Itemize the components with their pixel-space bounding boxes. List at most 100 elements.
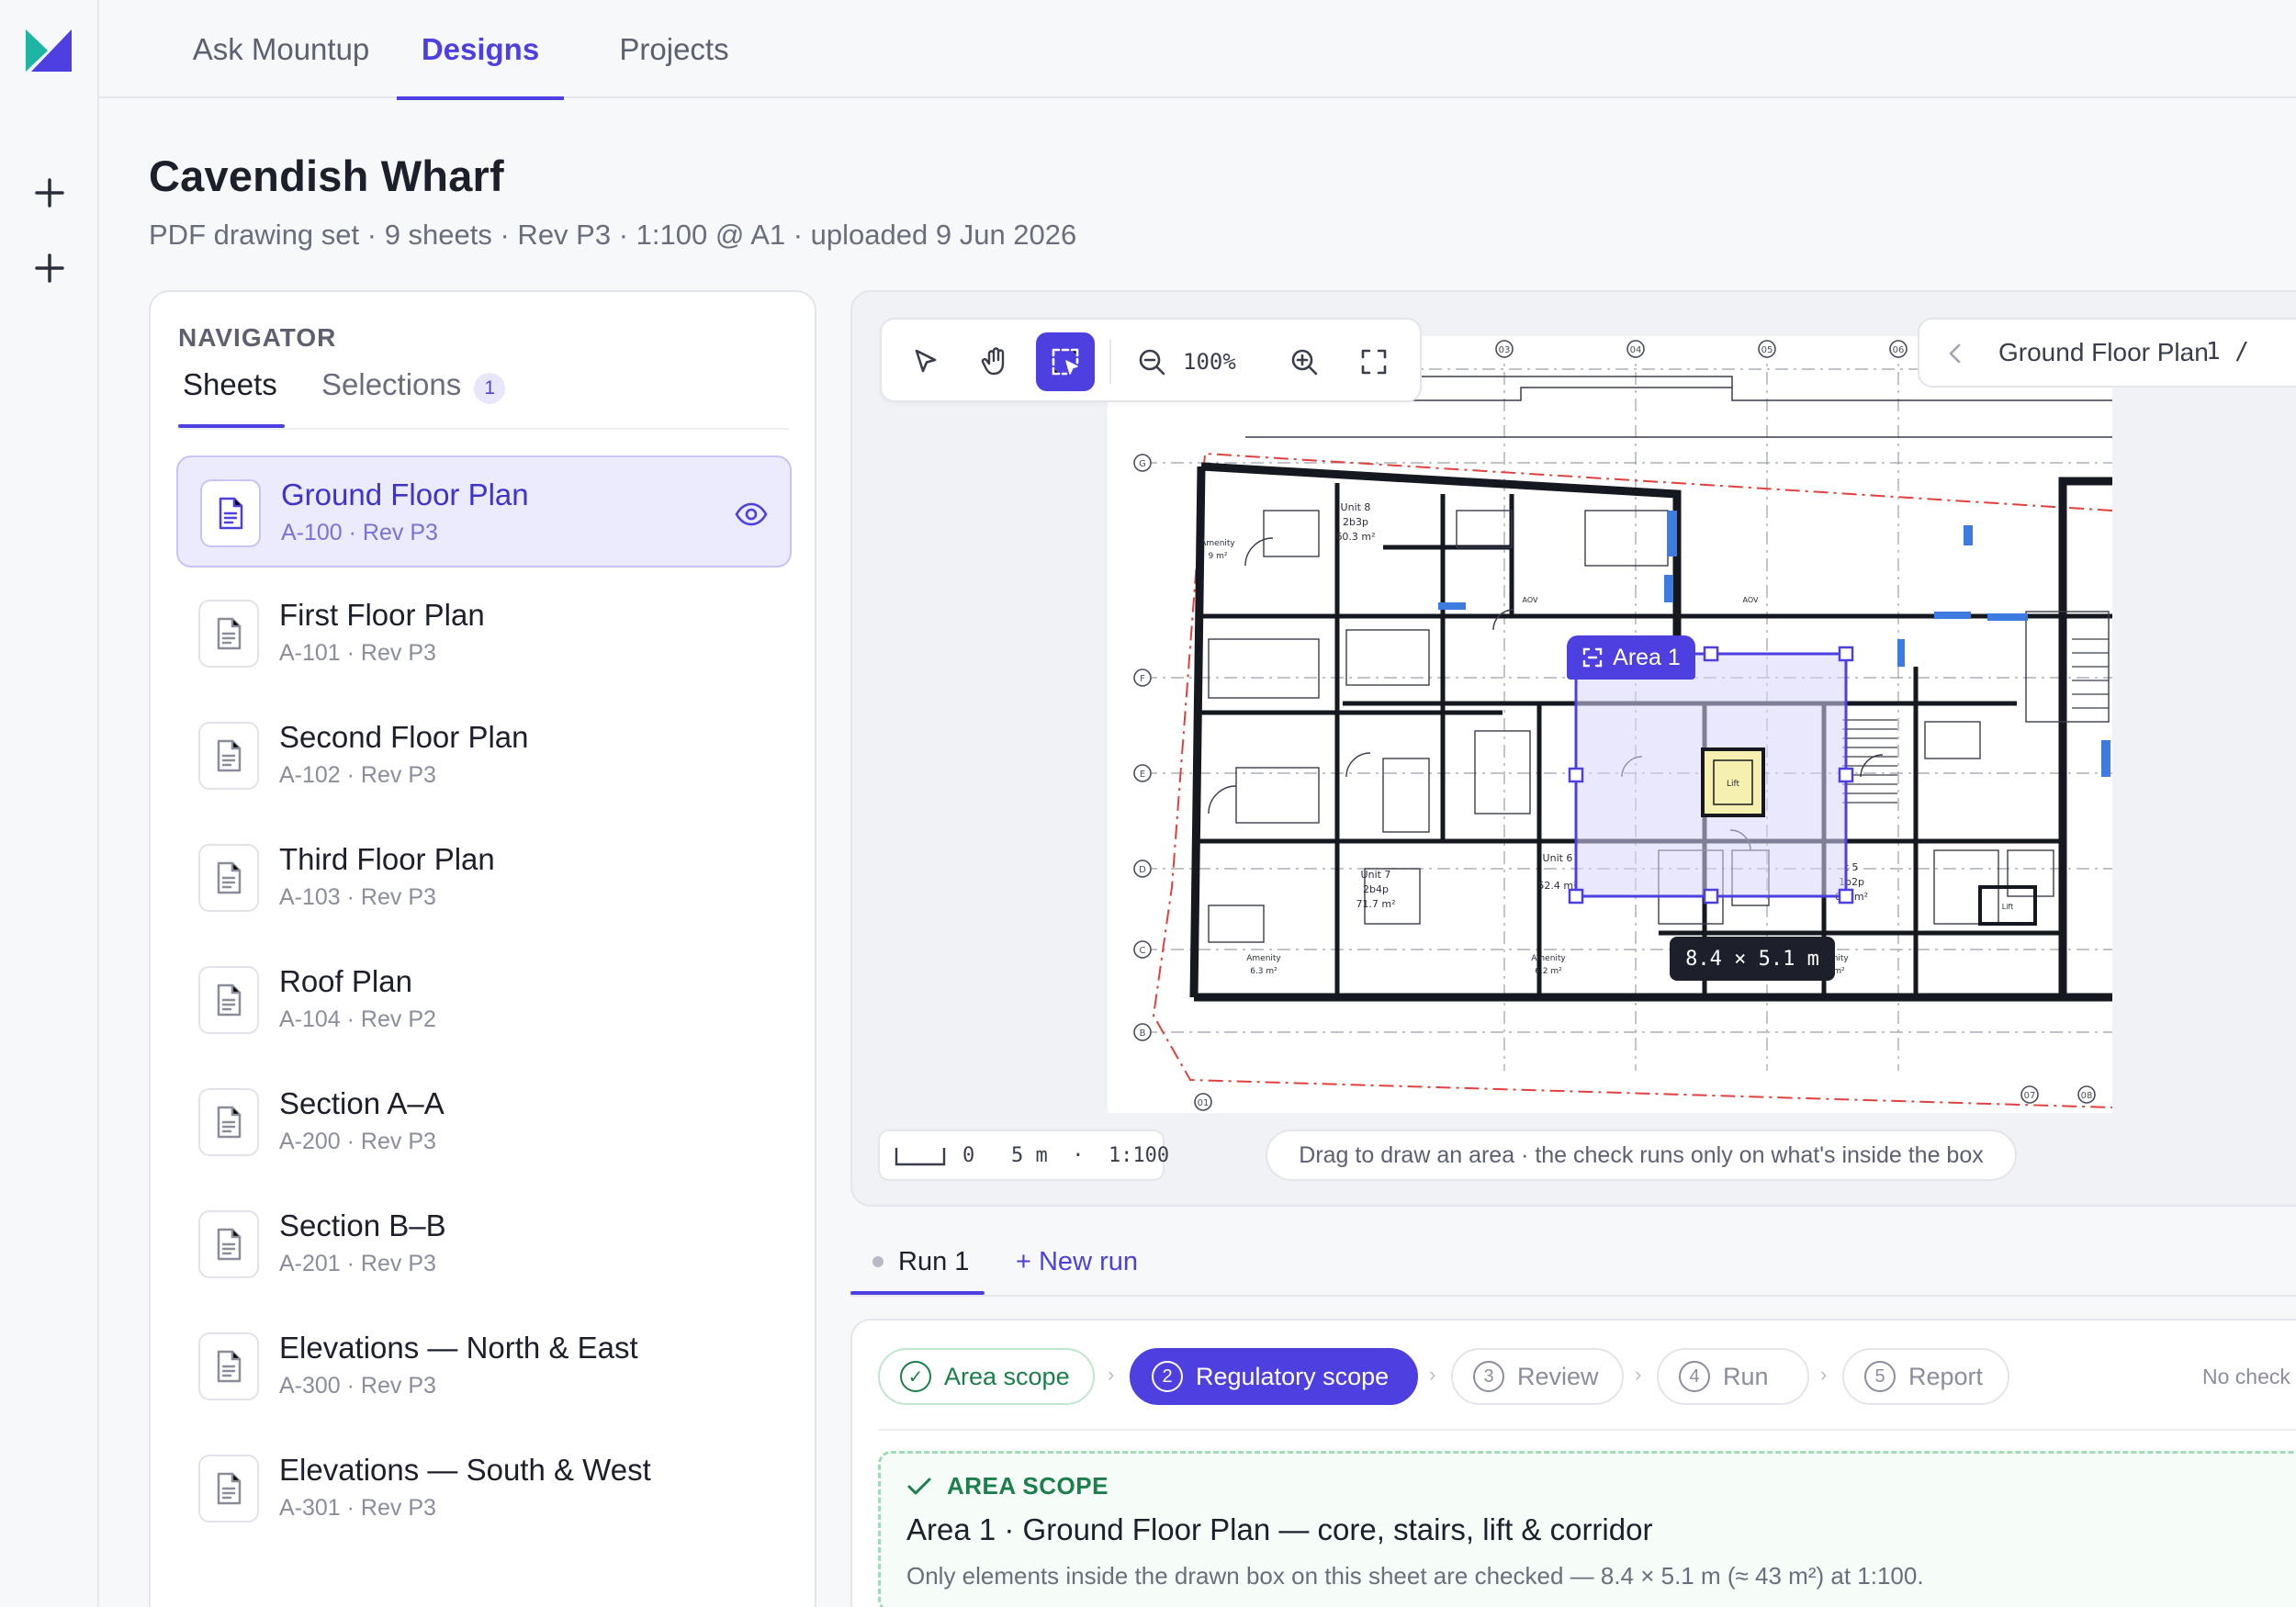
step-label: Review: [1517, 1362, 1599, 1390]
sheet-meta: A-100 · Rev P3: [281, 520, 438, 545]
scope-title: Area 1 · Ground Floor Plan — core, stair…: [906, 1512, 1653, 1546]
chevron-right-icon: ›: [1820, 1363, 1828, 1386]
step-label: Regulatory scope: [1196, 1362, 1390, 1390]
sheet-meta: A-103 · Rev P3: [279, 884, 436, 910]
previous-sheet-button[interactable]: [1940, 338, 1971, 369]
zoom-in-button[interactable]: [1275, 332, 1334, 391]
sheet-item[interactable]: Third Floor Plan A-103 · Rev P3: [176, 822, 792, 934]
step-label: Area scope: [944, 1362, 1070, 1390]
pager-separator: ·: [2182, 338, 2191, 366]
tab-selections[interactable]: Selections 1: [321, 367, 506, 428]
area-label-tag[interactable]: Area 1: [1567, 635, 1695, 680]
select-tool-button[interactable]: [896, 332, 955, 391]
toolbar-divider: [1109, 340, 1111, 384]
hand-icon: [981, 347, 1005, 376]
chevron-right-icon: ›: [1429, 1363, 1436, 1386]
grid-label: 01: [1198, 1098, 1210, 1108]
room-label: 60.3 m²: [1335, 531, 1375, 543]
sheet-item[interactable]: Section A–A A-200 · Rev P3: [176, 1066, 792, 1178]
pan-tool-button[interactable]: [966, 332, 1025, 391]
sheet-item[interactable]: Roof Plan A-104 · Rev P2: [176, 944, 792, 1056]
area-scope-summary: AREA SCOPE Area 1 · Ground Floor Plan — …: [878, 1451, 2296, 1607]
step-report[interactable]: 5 Report: [1842, 1348, 2009, 1405]
check-icon: [907, 1478, 931, 1494]
scale-text: 0 5 m · 1:100: [962, 1144, 1170, 1167]
grid-label: 07: [2024, 1091, 2036, 1101]
area-select-tool-button[interactable]: [1036, 332, 1095, 391]
sheet-item[interactable]: First Floor Plan A-101 · Rev P3: [176, 578, 792, 690]
sheet-item[interactable]: Section B–B A-201 · Rev P3: [176, 1188, 792, 1300]
tab-sheets[interactable]: Sheets: [178, 367, 285, 428]
navigator-panel: NAVIGATOR Sheets Selections 1 Ground Flo…: [149, 290, 816, 1607]
room-label: Unit 6: [1543, 852, 1573, 864]
room-label: Lift: [1727, 780, 1740, 789]
floor-plan-canvas[interactable]: 03 04 05 06 G F E D C B 01 07 08 Lift Un…: [1108, 336, 2113, 1113]
document-icon: [198, 722, 259, 790]
sheet-meta: A-102 · Rev P3: [279, 762, 436, 788]
cursor-icon: [915, 349, 937, 373]
add-project-button[interactable]: [28, 246, 72, 290]
sheet-item[interactable]: Elevations — North & East A-300 · Rev P3: [176, 1310, 792, 1422]
step-regulatory-scope[interactable]: 2 Regulatory scope: [1130, 1348, 1418, 1405]
step-area-scope[interactable]: ✓ Area scope: [878, 1348, 1095, 1405]
grid-label: 06: [1893, 345, 1905, 355]
viewer-toolbar: 100%: [880, 318, 1422, 402]
run-tab-underline: [850, 1291, 985, 1295]
area-label-text: Area 1: [1613, 644, 1681, 670]
sheet-name: Elevations — South & West: [279, 1453, 651, 1487]
tab-projects[interactable]: Projects: [595, 0, 753, 98]
drawing-viewer[interactable]: 03 04 05 06 G F E D C B 01 07 08 Lift Un…: [850, 290, 2296, 1207]
room-label: 2b3p: [1343, 516, 1368, 528]
step-number: 2: [1152, 1361, 1183, 1392]
chevron-left-icon: [1949, 343, 1961, 364]
sheet-meta: A-101 · Rev P3: [279, 640, 436, 666]
area-dimensions: 8.4 × 5.1 m: [1670, 937, 1835, 981]
sheet-meta: A-104 · Rev P2: [279, 1006, 436, 1032]
sheet-item[interactable]: Second Floor Plan A-102 · Rev P3: [176, 700, 792, 812]
step-run[interactable]: 4 Run: [1657, 1348, 1809, 1405]
tab-designs[interactable]: Designs: [397, 0, 564, 100]
room-label: AOV: [1743, 596, 1759, 604]
tab-ask-mountup[interactable]: Ask Mountup: [182, 0, 380, 98]
room-label: AOV: [1523, 596, 1538, 604]
check-steps-panel: ✓ Area scope › 2 Regulatory scope › 3 Re…: [850, 1319, 2296, 1607]
grid-label: 05: [1761, 345, 1773, 355]
room-label: 6.2 m²: [1535, 967, 1562, 976]
fullscreen-button[interactable]: [1345, 332, 1403, 391]
document-icon: [198, 1088, 259, 1156]
plus-icon: [35, 178, 64, 208]
check-status: No check: [2202, 1365, 2290, 1388]
new-run-button[interactable]: + New run: [1016, 1229, 1138, 1295]
room-label: Unit 7: [1361, 869, 1391, 881]
sheet-item[interactable]: Elevations — South & West A-301 · Rev P3: [176, 1433, 792, 1545]
add-button[interactable]: [28, 171, 72, 215]
run-status-dot: [872, 1256, 884, 1267]
sheet-pager: Ground Floor Plan · 1 /: [1918, 318, 2296, 388]
sheet-item[interactable]: Ground Floor Plan A-100 · Rev P3: [176, 455, 792, 568]
tab-run-1[interactable]: Run 1: [850, 1229, 985, 1295]
sheet-name: Second Floor Plan: [279, 720, 529, 754]
tab-selections-label: Selections: [321, 367, 462, 401]
sheet-meta: A-201 · Rev P3: [279, 1251, 436, 1276]
tab-sheets-label: Sheets: [183, 367, 277, 401]
fullscreen-icon: [1361, 349, 1387, 375]
document-icon: [198, 966, 259, 1034]
page-subtitle: PDF drawing set · 9 sheets · Rev P3 · 1:…: [149, 219, 1077, 251]
chevron-right-icon: ›: [1635, 1363, 1642, 1386]
scope-description: Only elements inside the drawn box on th…: [906, 1562, 1924, 1590]
area-icon: [1582, 647, 1603, 668]
eye-icon[interactable]: [735, 498, 768, 531]
mountup-logo[interactable]: [26, 29, 72, 72]
room-label: Amenity: [1531, 954, 1566, 963]
sheet-name: Roof Plan: [279, 964, 412, 998]
page-number: 1 /: [2206, 338, 2249, 365]
step-review[interactable]: 3 Review: [1451, 1348, 1624, 1405]
scale-bar-icon: [895, 1148, 946, 1166]
sheet-name: Section A–A: [279, 1086, 445, 1120]
zoom-out-button[interactable]: [1122, 332, 1181, 391]
grid-label: 03: [1499, 345, 1511, 355]
step-label: Run: [1723, 1362, 1769, 1390]
scope-label-text: AREA SCOPE: [947, 1472, 1109, 1500]
grid-label: E: [1140, 770, 1145, 780]
runs-divider: [850, 1295, 2296, 1297]
